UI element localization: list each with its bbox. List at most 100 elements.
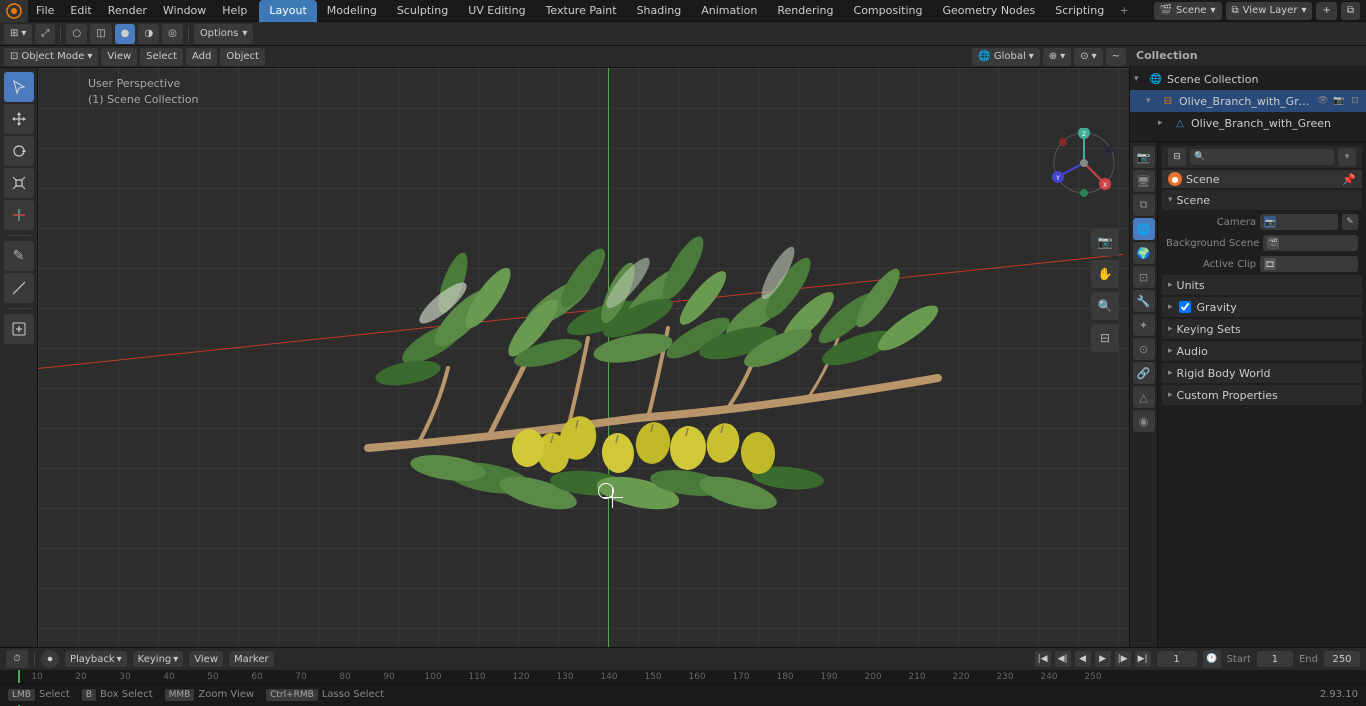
menu-edit[interactable]: Edit	[62, 0, 99, 22]
menu-window[interactable]: Window	[155, 0, 214, 22]
gravity-section[interactable]: ▸ Gravity	[1162, 297, 1362, 317]
constraints-props-btn[interactable]: 🔗	[1133, 362, 1155, 384]
menu-file[interactable]: File	[28, 0, 62, 22]
audio-section[interactable]: ▸ Audio	[1162, 341, 1362, 361]
keying-sets-section[interactable]: ▸ Keying Sets	[1162, 319, 1362, 339]
end-frame-input[interactable]: 250	[1324, 651, 1360, 667]
scene-selector[interactable]: 🎬 Scene ▾	[1154, 2, 1222, 20]
tab-compositing[interactable]: Compositing	[844, 0, 933, 22]
outliner-item-mesh[interactable]: ▸ △ Olive_Branch_with_Green	[1130, 112, 1366, 134]
object-menu[interactable]: Object	[220, 48, 265, 66]
next-keyframe-btn[interactable]: |▶	[1115, 651, 1131, 667]
camera-value[interactable]: 📷	[1260, 214, 1338, 230]
props-type-btn[interactable]: ⊟	[1168, 148, 1186, 166]
viewport[interactable]: User Perspective (1) Scene Collection	[38, 68, 1129, 647]
scene-subsection[interactable]: ▾ Scene	[1162, 190, 1362, 210]
props-filter-btn[interactable]: ▾	[1338, 148, 1356, 166]
tab-animation[interactable]: Animation	[691, 0, 767, 22]
graph-editor-button[interactable]: ~	[1106, 48, 1126, 66]
particles-props-btn[interactable]: ✦	[1133, 314, 1155, 336]
navigation-gizmo[interactable]: Z X Y	[1049, 128, 1119, 198]
world-props-btn[interactable]: 🌍	[1133, 242, 1155, 264]
tab-texture-paint[interactable]: Texture Paint	[536, 0, 627, 22]
snapping-button[interactable]: ⊕ ▾	[1043, 48, 1071, 66]
pan-view-button[interactable]: ✋	[1091, 260, 1119, 288]
solid-shading-button[interactable]: ●	[115, 24, 136, 44]
clock-btn[interactable]: 🕐	[1203, 650, 1221, 668]
rigid-body-section[interactable]: ▸ Rigid Body World	[1162, 363, 1362, 383]
menu-render[interactable]: Render	[100, 0, 155, 22]
play-back-btn[interactable]: ◀	[1075, 651, 1091, 667]
play-forward-btn[interactable]: ▶	[1095, 651, 1111, 667]
view-menu[interactable]: View	[101, 48, 137, 66]
move-tool[interactable]	[4, 104, 34, 134]
ortho-toggle-button[interactable]: ⊟	[1091, 324, 1119, 352]
object-mode-button[interactable]: ⊡ Object Mode ▾	[4, 48, 98, 66]
menu-help[interactable]: Help	[214, 0, 255, 22]
select-toggle-btn[interactable]: ⊡	[1348, 94, 1362, 108]
add-tool[interactable]	[4, 314, 34, 344]
scene-section-title[interactable]: ● Scene 📌	[1162, 170, 1362, 188]
view-layer-props-btn[interactable]: ⧉	[1133, 194, 1155, 216]
camera-view-button[interactable]: 📷	[1091, 228, 1119, 256]
camera-pick-btn[interactable]: ✎	[1342, 214, 1358, 230]
view-menu-timeline[interactable]: View	[189, 651, 223, 667]
jump-end-btn[interactable]: ▶|	[1135, 651, 1151, 667]
start-frame-input[interactable]: 1	[1257, 651, 1293, 667]
modifier-props-btn[interactable]: 🔧	[1133, 290, 1155, 312]
material-props-btn[interactable]: ◉	[1133, 410, 1155, 432]
rotate-tool[interactable]	[4, 136, 34, 166]
tab-rendering[interactable]: Rendering	[767, 0, 843, 22]
add-menu[interactable]: Add	[186, 48, 217, 66]
blender-logo[interactable]	[0, 0, 28, 22]
toggle-overlays-button[interactable]: ○	[66, 24, 87, 44]
keying-dropdown[interactable]: Keying ▾	[133, 651, 184, 667]
select-menu[interactable]: Select	[140, 48, 183, 66]
copy-scene-button[interactable]: ⧉	[1341, 2, 1360, 20]
tab-layout[interactable]: Layout	[259, 0, 316, 22]
gravity-checkbox[interactable]	[1179, 301, 1191, 313]
render-props-btn[interactable]: 📷	[1133, 146, 1155, 168]
new-scene-button[interactable]: +	[1316, 2, 1336, 20]
object-props-btn[interactable]: ⊡	[1133, 266, 1155, 288]
proportional-editing-button[interactable]: ⊙ ▾	[1074, 48, 1102, 66]
add-workspace-button[interactable]: +	[1114, 0, 1134, 22]
physics-props-btn[interactable]: ⊙	[1133, 338, 1155, 360]
current-frame-input[interactable]: 1	[1157, 651, 1197, 667]
fullscreen-button[interactable]: ⤢	[35, 24, 55, 44]
outliner-item-scene-collection[interactable]: ▾ 🌐 Scene Collection	[1130, 68, 1366, 90]
transform-dropdown[interactable]: 🌐 Global ▾	[972, 48, 1039, 66]
tab-uv-editing[interactable]: UV Editing	[458, 0, 535, 22]
jump-start-btn[interactable]: |◀	[1035, 651, 1051, 667]
units-section[interactable]: ▸ Units	[1162, 275, 1362, 295]
timeline-type-btn[interactable]: ⏱	[6, 650, 28, 668]
tab-scripting[interactable]: Scripting	[1045, 0, 1114, 22]
marker-menu[interactable]: Marker	[229, 651, 274, 667]
annotate-tool[interactable]: ✎	[4, 241, 34, 271]
zoom-view-button[interactable]: 🔍	[1091, 292, 1119, 320]
data-props-btn[interactable]: △	[1133, 386, 1155, 408]
tab-modeling[interactable]: Modeling	[317, 0, 387, 22]
transform-tool[interactable]	[4, 200, 34, 230]
tab-sculpting[interactable]: Sculpting	[387, 0, 458, 22]
material-preview-button[interactable]: ◑	[138, 24, 159, 44]
options-dropdown[interactable]: Options ▾	[194, 24, 254, 44]
render-toggle-btn[interactable]: 📷	[1332, 94, 1346, 108]
editor-type-button[interactable]: ⊞ ▾	[4, 24, 32, 44]
toggle-xray-button[interactable]: ◫	[90, 24, 111, 44]
scene-props-btn[interactable]: 🌐	[1133, 218, 1155, 240]
custom-props-section[interactable]: ▸ Custom Properties	[1162, 385, 1362, 405]
scene-section-pin[interactable]: 📌	[1342, 173, 1356, 186]
prev-keyframe-btn[interactable]: ◀|	[1055, 651, 1071, 667]
measure-tool[interactable]	[4, 273, 34, 303]
view-layer-selector[interactable]: ⧉ View Layer ▾	[1226, 2, 1313, 20]
output-props-btn[interactable]: 🖥	[1133, 170, 1155, 192]
scale-tool[interactable]	[4, 168, 34, 198]
timeline-record-btn[interactable]: ⏺	[41, 650, 59, 668]
view-toggle-btn[interactable]: 👁	[1316, 94, 1330, 108]
tab-geometry-nodes[interactable]: Geometry Nodes	[932, 0, 1045, 22]
active-clip-value[interactable]: 🎞	[1260, 256, 1358, 272]
rendered-button[interactable]: ◎	[162, 24, 183, 44]
props-search[interactable]: 🔍	[1190, 149, 1334, 165]
outliner-item-olive-branch[interactable]: ▾ ⊟ Olive_Branch_with_Green_Oli 👁 📷 ⊡	[1130, 90, 1366, 112]
